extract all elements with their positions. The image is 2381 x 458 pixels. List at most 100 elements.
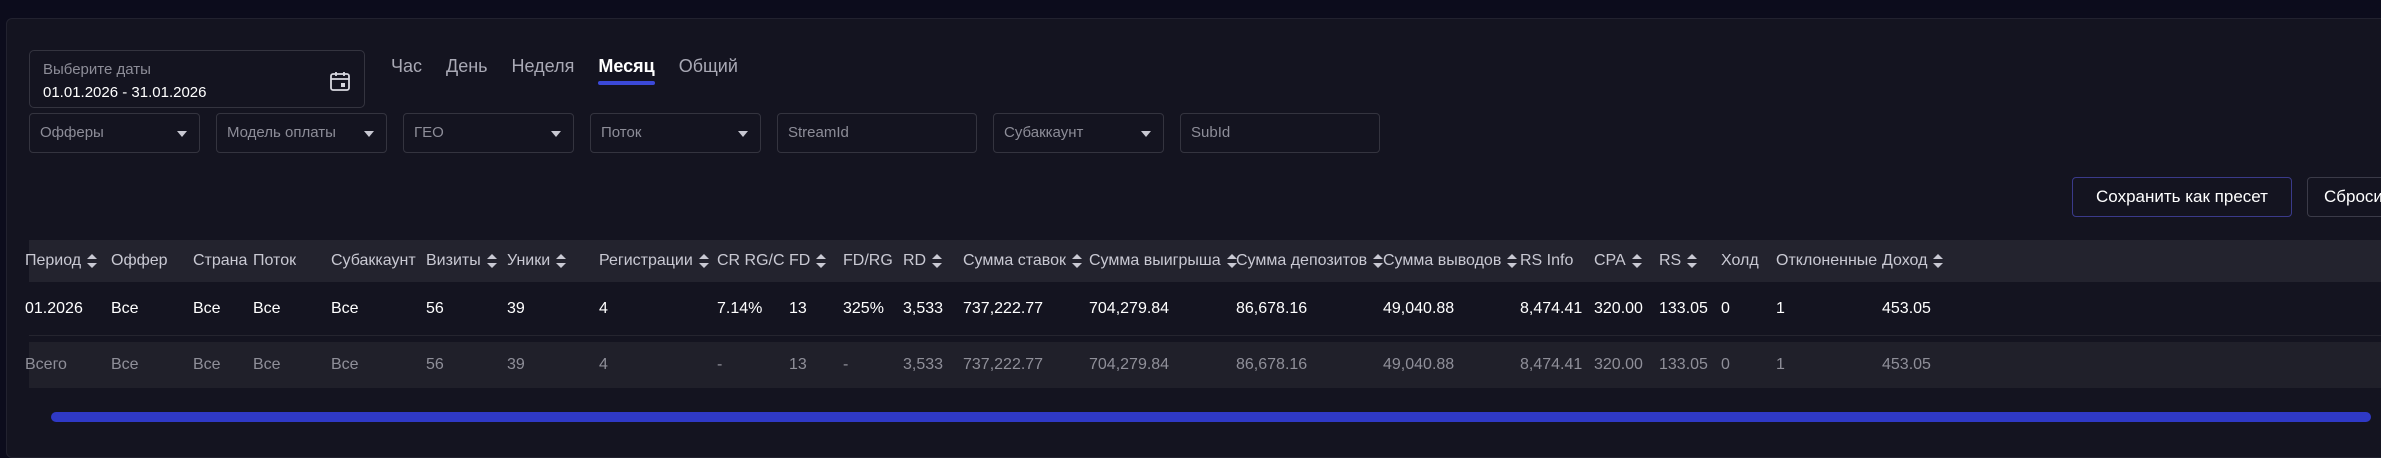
column-header-label: RD xyxy=(903,252,927,269)
date-range-picker[interactable]: Выберите даты 01.01.2026 - 31.01.2026 xyxy=(29,50,365,108)
column-header-cpa[interactable]: CPA xyxy=(1594,240,1642,282)
table-cell-wins: 704,279.84 xyxy=(1089,356,1170,373)
column-header-label: Период xyxy=(25,252,82,269)
reset-button[interactable]: Сброси xyxy=(2307,177,2381,217)
stream-id-placeholder: StreamId xyxy=(788,124,849,141)
column-header-rd[interactable]: RD xyxy=(903,240,943,282)
table-cell-subaccount: Все xyxy=(331,356,359,373)
sort-icon[interactable] xyxy=(932,254,943,268)
offers-select[interactable]: Офферы xyxy=(29,113,200,153)
chevron-down-icon xyxy=(177,131,187,137)
table-header: Период Оффер Страна Поток Субаккаунт Визиты Ун… xyxy=(25,240,2381,282)
table-cell-income: 453.05 xyxy=(1882,299,1931,317)
column-header-rs_info: RS Info xyxy=(1520,240,1573,282)
table-cell-registrations: 4 xyxy=(599,299,608,317)
column-header-cr: CR RG/C xyxy=(717,240,785,282)
table-cell-bets: 737,222.77 xyxy=(963,299,1044,317)
geo-select-label: ГЕО xyxy=(414,124,444,141)
tab-hour[interactable]: Час xyxy=(379,51,434,85)
column-header-fdrg: FD/RG xyxy=(843,240,893,282)
stream-id-input[interactable]: StreamId xyxy=(777,113,977,153)
date-range-value: 01.01.2026 - 31.01.2026 xyxy=(43,84,207,101)
table-cell-rs_info: 8,474.41 xyxy=(1520,356,1583,373)
column-header-deposits[interactable]: Сумма депозитов xyxy=(1236,240,1384,282)
sort-icon[interactable] xyxy=(1507,254,1518,268)
column-header-fd[interactable]: FD xyxy=(789,240,827,282)
table-cell-rs_info: 8,474.41 xyxy=(1520,299,1583,317)
column-header-uniques[interactable]: Уники xyxy=(507,240,567,282)
table-cell-visits: 56 xyxy=(426,299,444,317)
table-cell-visits: 56 xyxy=(426,356,444,373)
column-header-label: Субаккаунт xyxy=(331,252,416,269)
report-panel: Выберите даты 01.01.2026 - 31.01.2026 Ча… xyxy=(6,18,2381,458)
column-header-registrations[interactable]: Регистрации xyxy=(599,240,709,282)
column-header-label: Визиты xyxy=(426,252,481,269)
table-cell-period: Всего xyxy=(25,356,67,373)
subaccount-select-label: Субаккаунт xyxy=(1004,124,1084,141)
column-header-rs[interactable]: RS xyxy=(1659,240,1698,282)
horizontal-scrollbar[interactable] xyxy=(51,412,2381,424)
column-header-label: CPA xyxy=(1594,252,1626,269)
table-cell-period: 01.2026 xyxy=(25,299,83,317)
column-header-offer: Оффер xyxy=(111,240,168,282)
payment-model-select[interactable]: Модель оплаты xyxy=(216,113,387,153)
chevron-down-icon xyxy=(364,131,374,137)
tab-month[interactable]: Месяц xyxy=(586,51,666,85)
calendar-icon[interactable] xyxy=(328,69,352,93)
sort-icon[interactable] xyxy=(1373,254,1384,268)
table-cell-uniques: 39 xyxy=(507,356,525,373)
sort-icon[interactable] xyxy=(1687,254,1698,268)
sort-icon[interactable] xyxy=(486,254,497,268)
subid-input[interactable]: SubId xyxy=(1180,113,1380,153)
column-header-withdrawals[interactable]: Сумма выводов xyxy=(1383,240,1518,282)
column-header-label: Регистрации xyxy=(599,252,693,269)
table-cell-withdrawals: 49,040.88 xyxy=(1383,299,1455,317)
table-cell-income: 453.05 xyxy=(1882,356,1931,373)
column-header-label: Сумма выводов xyxy=(1383,252,1502,269)
column-header-wins[interactable]: Сумма выигрыша xyxy=(1089,240,1237,282)
stream-select[interactable]: Поток xyxy=(590,113,761,153)
table-cell-cpa: 320.00 xyxy=(1594,356,1643,373)
column-header-income[interactable]: Доход xyxy=(1882,240,1944,282)
table-cell-uniques: 39 xyxy=(507,299,525,317)
sort-icon[interactable] xyxy=(1631,254,1642,268)
table-cell-subaccount: Все xyxy=(331,299,359,317)
column-header-label: CR RG/C xyxy=(717,252,785,269)
date-range-label: Выберите даты xyxy=(43,61,151,78)
sort-icon[interactable] xyxy=(556,254,567,268)
table-cell-hold: 0 xyxy=(1721,299,1730,317)
column-header-label: Поток xyxy=(253,252,297,269)
geo-select[interactable]: ГЕО xyxy=(403,113,574,153)
sort-icon[interactable] xyxy=(1933,254,1944,268)
column-header-label: Уники xyxy=(507,252,551,269)
column-header-visits[interactable]: Визиты xyxy=(426,240,497,282)
column-header-bets[interactable]: Сумма ставок xyxy=(963,240,1082,282)
table-cell-offer: Все xyxy=(111,299,139,317)
column-header-label: RS xyxy=(1659,252,1682,269)
sort-icon[interactable] xyxy=(698,254,709,268)
sort-icon[interactable] xyxy=(1071,254,1082,268)
save-preset-button[interactable]: Сохранить как пресет xyxy=(2072,177,2292,217)
table-cell-wins: 704,279.84 xyxy=(1089,299,1170,317)
table-total-row: Всего Все Все Все Все 56 39 4 - 13 - 3,533 737,222.7… xyxy=(25,342,2381,388)
table-cell-rd: 3,533 xyxy=(903,299,944,317)
table-cell-rejected: 1 xyxy=(1776,356,1785,373)
table-cell-cr: 7.14% xyxy=(717,299,763,317)
column-header-rejected: Отклоненные xyxy=(1776,240,1877,282)
tab-week[interactable]: Неделя xyxy=(500,51,587,85)
sort-icon[interactable] xyxy=(816,254,827,268)
table-cell-deposits: 86,678.16 xyxy=(1236,356,1308,373)
sort-icon[interactable] xyxy=(87,254,98,268)
tab-day[interactable]: День xyxy=(434,51,500,85)
table-cell-withdrawals: 49,040.88 xyxy=(1383,356,1455,373)
tab-total[interactable]: Общий xyxy=(667,51,750,85)
scrollbar-thumb[interactable] xyxy=(51,412,2371,422)
column-header-label: Отклоненные xyxy=(1776,252,1878,269)
table-cell-cr: - xyxy=(717,356,723,373)
column-header-label: RS Info xyxy=(1520,252,1574,269)
table-cell-registrations: 4 xyxy=(599,356,608,373)
table-row: 01.2026 Все Все Все Все 56 39 4 7.14% 13 325% 3,533… xyxy=(25,282,2381,336)
table-cell-fdrg: - xyxy=(843,356,849,373)
column-header-period[interactable]: Период xyxy=(25,240,98,282)
subaccount-select[interactable]: Субаккаунт xyxy=(993,113,1164,153)
